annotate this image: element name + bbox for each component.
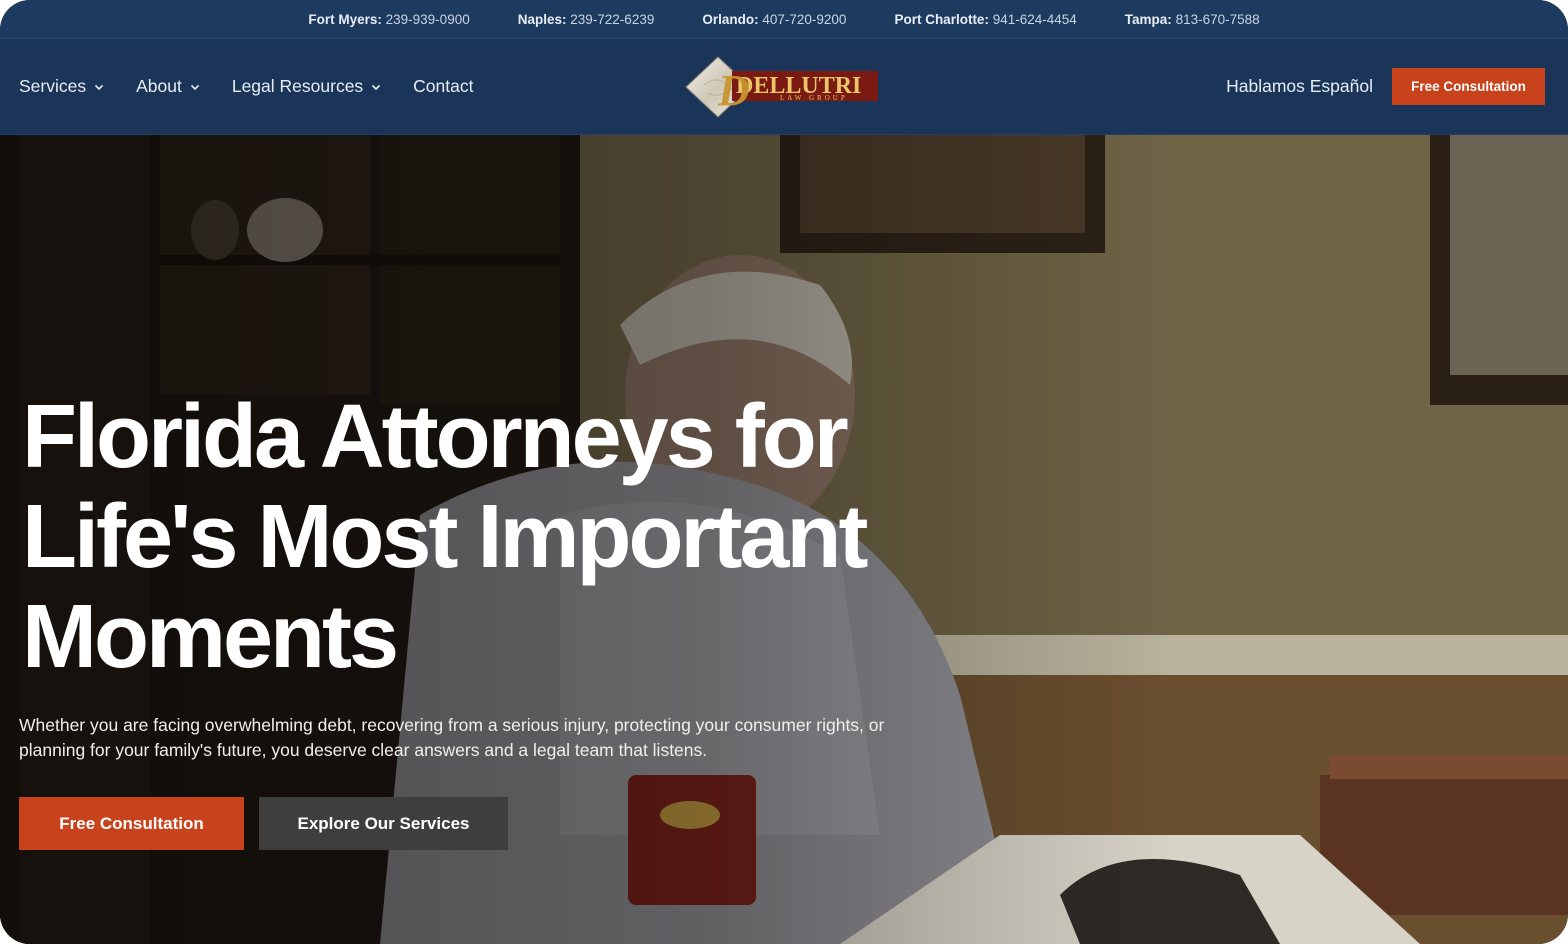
svg-text:D: D	[717, 66, 750, 115]
explore-services-button[interactable]: Explore Our Services	[259, 797, 508, 850]
location-phone[interactable]: 941-624-4454	[993, 12, 1077, 27]
browser-frame: Fort Myers: 239-939-0900 Naples: 239-722…	[0, 0, 1568, 944]
hero-free-consultation-button[interactable]: Free Consultation	[19, 797, 244, 850]
location-fort-myers[interactable]: Fort Myers: 239-939-0900	[308, 12, 469, 27]
nav-item-label: Services	[19, 76, 87, 96]
dellutri-logo[interactable]: DELLUTRI LAW GROUP D	[684, 55, 884, 119]
nav-item-label: Contact	[413, 76, 474, 96]
hero-section: Florida Attorneys for Life's Most Import…	[0, 135, 1568, 944]
location-city: Fort Myers:	[308, 11, 382, 27]
chevron-down-icon	[95, 84, 104, 90]
nav-item-contact[interactable]: Contact	[413, 76, 473, 97]
nav-menu: Services About Legal Resources Contact	[19, 39, 505, 134]
chevron-down-icon	[372, 84, 381, 90]
nav-right: Hablamos Español Free Consultation	[1226, 39, 1545, 134]
location-tampa[interactable]: Tampa: 813-670-7588	[1125, 12, 1260, 27]
hero-subtext: Whether you are facing overwhelming debt…	[19, 715, 885, 760]
hero-headline: Florida Attorneys for Life's Most Import…	[22, 387, 868, 687]
location-orlando[interactable]: Orlando: 407-720-9200	[702, 12, 846, 27]
location-city: Port Charlotte:	[894, 11, 989, 27]
nav-item-about[interactable]: About	[136, 76, 200, 97]
location-city: Tampa:	[1124, 11, 1172, 27]
location-phone[interactable]: 813-670-7588	[1176, 12, 1260, 27]
phone-bar: Fort Myers: 239-939-0900 Naples: 239-722…	[0, 0, 1568, 39]
chevron-down-icon	[190, 84, 199, 90]
location-phone[interactable]: 239-939-0900	[386, 12, 470, 27]
location-port-charlotte[interactable]: Port Charlotte: 941-624-4454	[894, 12, 1076, 27]
location-phone[interactable]: 239-722-6239	[570, 12, 654, 27]
location-naples[interactable]: Naples: 239-722-6239	[518, 12, 655, 27]
nav-item-services[interactable]: Services	[19, 76, 104, 97]
spanish-language-link[interactable]: Hablamos Español	[1226, 76, 1373, 97]
nav-item-legal-resources[interactable]: Legal Resources	[232, 76, 381, 97]
main-navigation: Services About Legal Resources Contact D…	[0, 39, 1568, 135]
free-consultation-button[interactable]: Free Consultation	[1392, 68, 1545, 105]
logo-subtext: LAW GROUP	[780, 94, 848, 102]
location-phone[interactable]: 407-720-9200	[762, 12, 846, 27]
nav-item-label: About	[136, 76, 182, 96]
nav-item-label: Legal Resources	[231, 76, 364, 96]
location-city: Naples:	[517, 11, 567, 27]
location-city: Orlando:	[702, 11, 759, 27]
